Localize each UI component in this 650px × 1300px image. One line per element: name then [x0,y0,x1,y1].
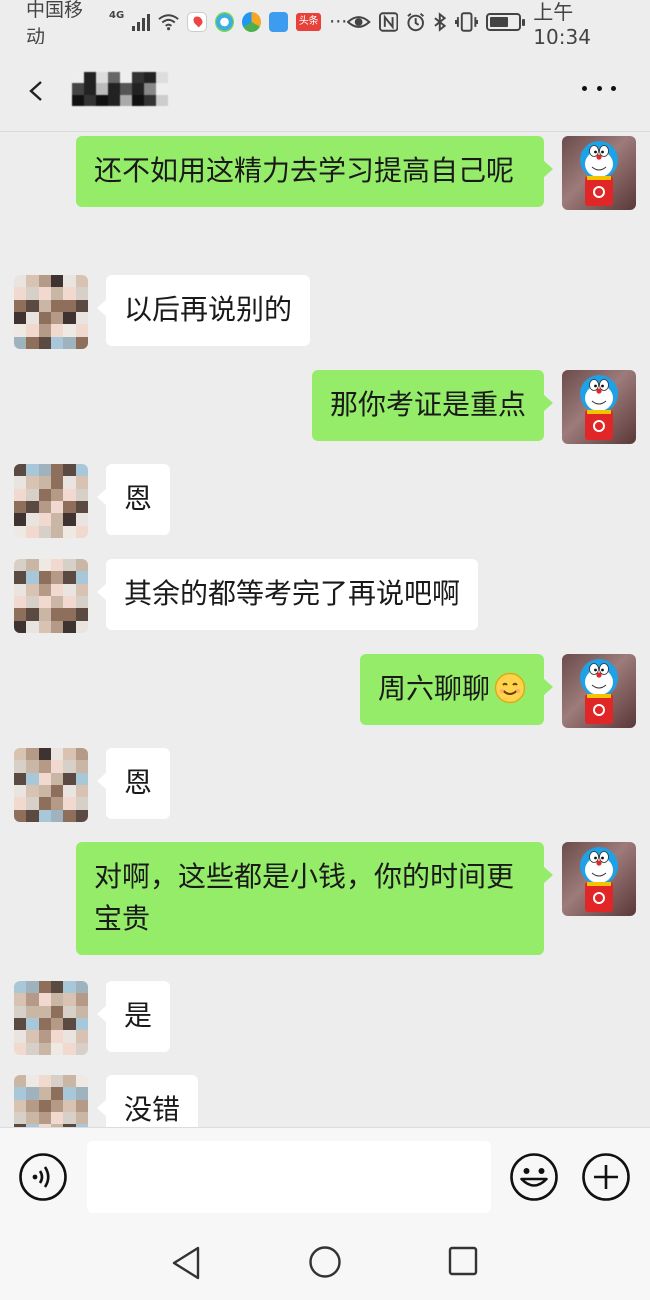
own-message-bubble[interactable]: 周六聊聊 [359,654,554,725]
voice-icon [32,1166,50,1188]
contact-avatar[interactable] [14,1075,88,1127]
message-text: 周六聊聊 [377,672,490,705]
toutiao-app-icon: 头条 [296,13,322,31]
contact-name-redacted[interactable] [72,72,168,106]
voice-input-button[interactable] [18,1152,68,1202]
pixelated-photo [14,464,88,538]
back-button[interactable] [26,80,48,102]
status-bar: 中国移动 4G 头条 ··· 上午10:34 [0,0,650,49]
message-input[interactable] [87,1141,491,1213]
eye-comfort-icon [347,16,371,28]
signal-icon [132,13,151,31]
contact-message-bubble[interactable]: 以后再说别的 [96,275,311,346]
video-app-icon [241,12,261,32]
status-right: 上午10:34 [347,0,628,49]
nav-back-icon[interactable] [170,1245,202,1281]
chevron-left-icon [29,81,42,101]
clock: 上午10:34 [533,0,591,49]
plus-icon [594,1165,618,1189]
vibrate-icon [454,12,479,32]
contact-message-bubble[interactable]: 恩 [96,464,171,535]
nav-recent-icon[interactable] [448,1246,478,1276]
contact-avatar[interactable] [14,275,88,349]
own-message-bubble[interactable]: 那你考证是重点 [311,370,554,441]
chat-input-bar [0,1127,650,1225]
status-left: 中国移动 4G 头条 ··· [26,0,347,49]
nfc-icon [378,12,398,32]
contact-message-bubble[interactable]: 恩 [96,748,171,819]
contact-avatar[interactable] [14,559,88,633]
more-horizontal-icon [582,85,587,91]
pixelated-photo [14,1075,88,1127]
system-nav-bar [0,1225,650,1300]
message-list[interactable]: 还不如用这精力去学习提高自己呢 以后再说别的 那你考证是重点 恩 其余的都等考完… [0,133,650,1127]
pixelated-photo [14,981,88,1055]
battery-level [490,17,508,27]
own-message-bubble[interactable]: 还不如用这精力去学习提高自己呢 [76,136,553,207]
contact-message-bubble[interactable]: 其余的都等考完了再说吧啊 [96,559,479,630]
own-avatar[interactable] [562,370,636,444]
more-options-button[interactable] [582,74,616,102]
contact-avatar[interactable] [14,748,88,822]
maps-app-icon [187,12,207,32]
battery-icon [486,13,526,31]
emoji-button[interactable] [509,1152,559,1202]
smile-emoji-icon [494,672,526,704]
emoji-icon [520,1168,548,1187]
wifi-icon [158,14,179,31]
own-message-bubble[interactable]: 对啊，这些都是小钱，你的时间更宝贵 [76,842,553,955]
alarm-icon [407,13,425,32]
carrier-name: 中国移动 [26,0,84,48]
own-avatar[interactable] [562,654,636,728]
more-functions-button[interactable] [581,1152,631,1202]
contact-message-bubble[interactable]: 是 [96,981,171,1052]
chat-title-bar [0,44,650,132]
nav-home-icon[interactable] [308,1245,342,1279]
browser-app-icon [214,12,234,32]
pixelated-photo [14,275,88,349]
more-notifications-icon: ··· [329,11,348,33]
own-avatar[interactable] [562,842,636,916]
bluetooth-icon [434,12,447,32]
network-type: 4G [109,9,125,21]
pixelated-photo [14,559,88,633]
contact-avatar[interactable] [14,464,88,538]
pixelated-photo [14,748,88,822]
contact-message-bubble[interactable]: 没错 [96,1075,199,1127]
message-app-icon [269,12,289,32]
own-avatar[interactable] [562,136,636,210]
contact-avatar[interactable] [14,981,88,1055]
